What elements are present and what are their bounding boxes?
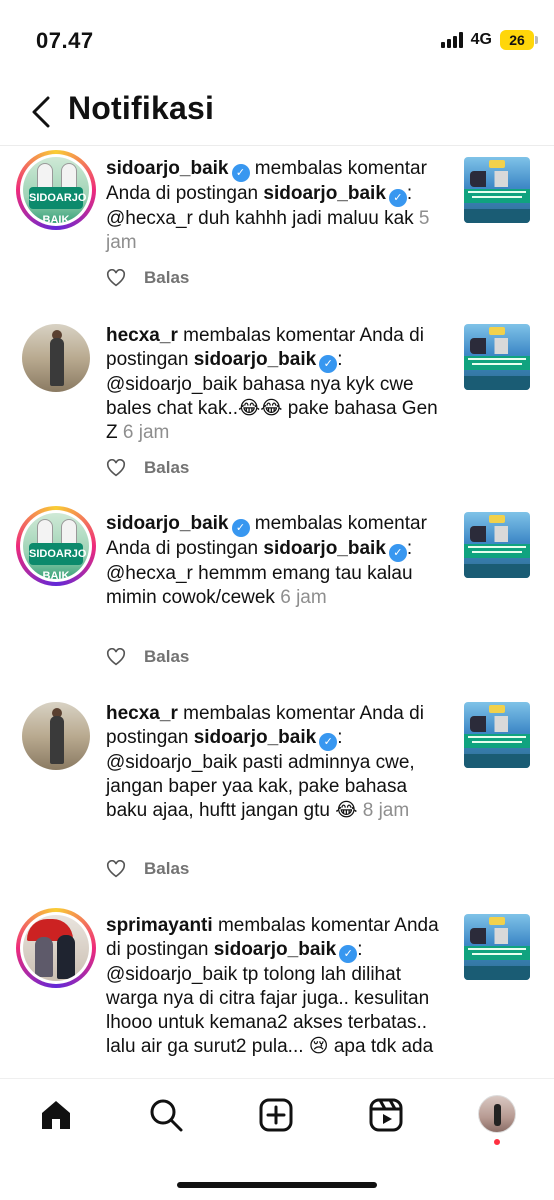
notification-actions: Balas (106, 268, 189, 288)
battery-level: 26 (509, 32, 525, 48)
reply-button[interactable]: Balas (144, 268, 189, 288)
page-header: Notifikasi (0, 80, 554, 146)
timestamp: 6 jam (122, 422, 170, 443)
battery-icon: 26 (500, 30, 538, 50)
post-owner[interactable]: sidoarjo_baik (214, 939, 337, 960)
home-indicator (177, 1182, 377, 1188)
notification-list[interactable]: SIDOARJO BAIK sidoarjo_baik ✓ membalas ko… (0, 148, 554, 1078)
nav-reels[interactable] (366, 1095, 406, 1135)
avatar[interactable] (16, 696, 96, 776)
notification-item[interactable]: hecxa_r membalas komentar Anda di postin… (0, 318, 554, 498)
reply-button[interactable]: Balas (144, 859, 189, 879)
verified-badge-icon: ✓ (231, 164, 250, 182)
avatar[interactable]: SIDOARJO BAIK (16, 506, 96, 586)
notification-actions: Balas (106, 859, 189, 879)
reels-icon (369, 1098, 403, 1132)
network-type: 4G (470, 31, 492, 48)
status-indicators: 4G 26 (440, 30, 538, 50)
post-thumbnail[interactable] (464, 324, 530, 390)
heart-icon[interactable] (106, 269, 126, 287)
username[interactable]: sidoarjo_baik (106, 158, 229, 179)
username[interactable]: sprimayanti (106, 915, 213, 936)
verified-badge-icon: ✓ (319, 355, 338, 373)
notification-text: hecxa_r membalas komentar Anda di postin… (106, 702, 452, 823)
avatar[interactable]: SIDOARJO BAIK (16, 150, 96, 230)
profile-avatar[interactable] (478, 1095, 516, 1133)
nav-home[interactable] (36, 1095, 76, 1135)
notification-text: sidoarjo_baik ✓ membalas komentar Anda di… (106, 157, 452, 255)
status-time: 07.47 (36, 28, 94, 53)
plus-square-icon (259, 1098, 293, 1132)
notification-text: sprimayanti membalas komentar Anda di po… (106, 914, 452, 1059)
home-icon (42, 1101, 70, 1129)
page-title: Notifikasi (68, 90, 215, 126)
avatar[interactable] (16, 318, 96, 398)
heart-icon[interactable] (106, 860, 126, 878)
notification-text: sidoarjo_baik ✓ membalas komentar Anda di… (106, 512, 452, 610)
reply-button[interactable]: Balas (144, 458, 189, 478)
verified-badge-icon: ✓ (319, 733, 338, 751)
nav-create[interactable] (256, 1095, 296, 1135)
signal-icon (440, 32, 463, 48)
verified-badge-icon: ✓ (339, 945, 358, 963)
verified-badge-icon: ✓ (388, 189, 407, 207)
notification-item[interactable]: SIDOARJO BAIK sidoarjo_baik ✓ membalas ko… (0, 506, 554, 686)
notification-actions: Balas (106, 458, 189, 478)
post-owner[interactable]: sidoarjo_baik (194, 349, 317, 370)
username[interactable]: hecxa_r (106, 703, 178, 724)
post-thumbnail[interactable] (464, 702, 530, 768)
post-owner[interactable]: sidoarjo_baik (263, 538, 386, 559)
verified-badge-icon: ✓ (388, 544, 407, 562)
avatar-badge: SIDOARJO BAIK (29, 187, 86, 223)
post-thumbnail[interactable] (464, 512, 530, 578)
username[interactable]: sidoarjo_baik (106, 513, 229, 534)
status-bar: 07.47 4G 26 (0, 0, 554, 80)
notification-dot (494, 1139, 500, 1145)
heart-icon[interactable] (106, 648, 126, 666)
notification-text: hecxa_r membalas komentar Anda di postin… (106, 324, 452, 445)
chevron-left-icon[interactable] (28, 94, 56, 130)
search-icon (150, 1099, 183, 1132)
nav-search[interactable] (146, 1095, 186, 1135)
post-thumbnail[interactable] (464, 914, 530, 980)
timestamp: 6 jam (280, 587, 327, 608)
post-owner[interactable]: sidoarjo_baik (263, 183, 386, 204)
post-thumbnail[interactable] (464, 157, 530, 223)
reply-button[interactable]: Balas (144, 647, 189, 667)
notification-actions: Balas (106, 647, 189, 667)
timestamp: 8 jam (362, 800, 410, 821)
avatar-badge: SIDOARJO BAIK (29, 543, 86, 579)
avatar[interactable] (16, 908, 96, 988)
notification-item[interactable]: sprimayanti membalas komentar Anda di po… (0, 908, 554, 1078)
heart-icon[interactable] (106, 459, 126, 477)
notification-item[interactable]: SIDOARJO BAIK sidoarjo_baik ✓ membalas ko… (0, 148, 554, 308)
username[interactable]: hecxa_r (106, 325, 178, 346)
post-owner[interactable]: sidoarjo_baik (194, 727, 317, 748)
notification-item[interactable]: hecxa_r membalas komentar Anda di postin… (0, 696, 554, 896)
verified-badge-icon: ✓ (231, 519, 250, 537)
